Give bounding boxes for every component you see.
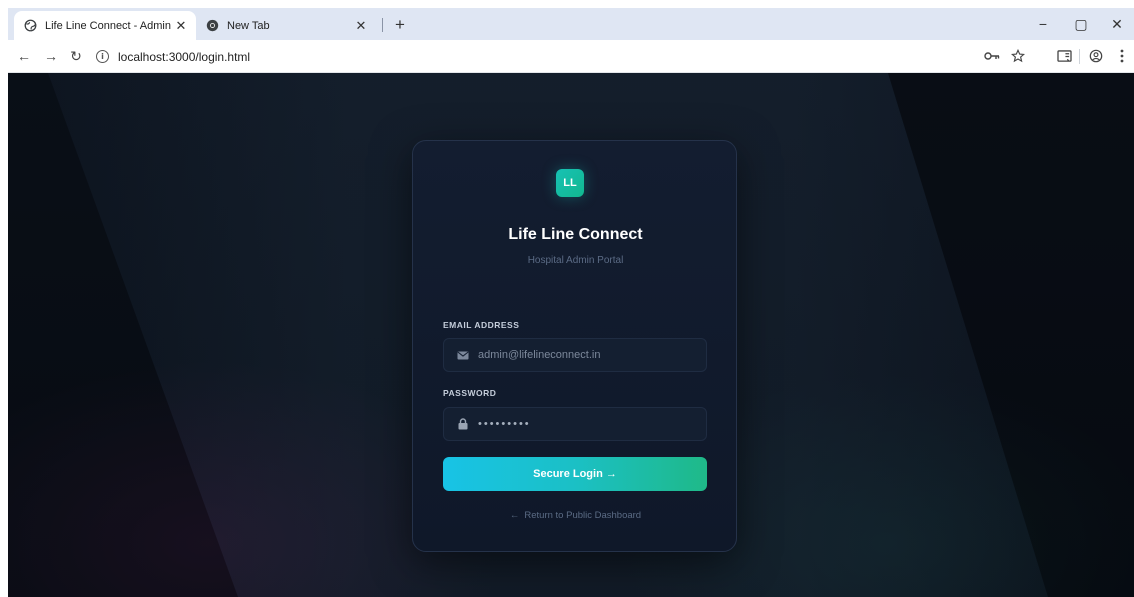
reload-button[interactable]: ↻ [66, 46, 86, 66]
toolbar-divider [1079, 49, 1080, 64]
tab-divider [382, 18, 383, 32]
back-button[interactable]: ← [14, 46, 34, 66]
envelope-icon [456, 348, 470, 362]
chrome-icon [206, 19, 219, 32]
password-key-icon[interactable] [982, 46, 1002, 66]
tab-admin-login[interactable]: Life Line Connect - Admin Login ✕ [14, 11, 196, 40]
browser-window: Life Line Connect - Admin Login ✕ New Ta… [8, 8, 1134, 597]
close-tab-icon[interactable]: ✕ [354, 18, 368, 33]
new-tab-button[interactable]: + [389, 14, 411, 36]
site-info-icon[interactable]: i [96, 50, 109, 63]
url-text: localhost:3000/login.html [118, 49, 251, 64]
minimize-button[interactable]: − [1026, 12, 1060, 36]
profile-icon[interactable] [1086, 46, 1106, 66]
secure-login-button[interactable]: Secure Login → [443, 457, 707, 491]
close-tab-icon[interactable]: ✕ [174, 18, 188, 33]
app-logo: LL [556, 169, 584, 197]
return-link-text: Return to Public Dashboard [524, 510, 642, 521]
app-name: Life Line Connect [508, 226, 643, 243]
restore-button[interactable]: ▢ [1064, 12, 1098, 36]
tab-title: New Tab [227, 19, 270, 32]
portal-subtitle: Hospital Admin Portal [527, 255, 624, 266]
lock-icon [456, 417, 470, 431]
email-field[interactable] [443, 338, 707, 372]
tab-title: Life Line Connect - Admin Login [45, 19, 174, 32]
bookmark-star-icon[interactable] [1008, 46, 1028, 66]
password-label: PASSWORD [443, 388, 497, 398]
globe-icon [24, 19, 37, 32]
forward-button[interactable]: → [41, 46, 61, 66]
return-to-dashboard-link[interactable]: ← Return to Public Dashboard [413, 510, 738, 521]
password-field[interactable] [443, 407, 707, 441]
page-viewport: LL Life Line Connect Hospital Admin Port… [8, 73, 1134, 597]
close-window-button[interactable]: ✕ [1100, 12, 1134, 36]
email-label: EMAIL ADDRESS [443, 320, 520, 330]
browser-toolbar: ← → ↻ i localhost:3000/login.html [8, 40, 1134, 73]
address-bar[interactable]: i localhost:3000/login.html [96, 44, 996, 69]
password-input[interactable] [478, 418, 698, 430]
tab-strip: Life Line Connect - Admin Login ✕ New Ta… [8, 8, 1134, 40]
tab-new-tab[interactable]: New Tab ✕ [198, 11, 376, 40]
email-input[interactable] [478, 349, 698, 361]
menu-kebab-icon[interactable] [1112, 46, 1132, 66]
login-card: LL Life Line Connect Hospital Admin Port… [412, 140, 737, 552]
arrow-left-icon: ← [509, 510, 520, 521]
side-panel-icon[interactable] [1054, 46, 1074, 66]
